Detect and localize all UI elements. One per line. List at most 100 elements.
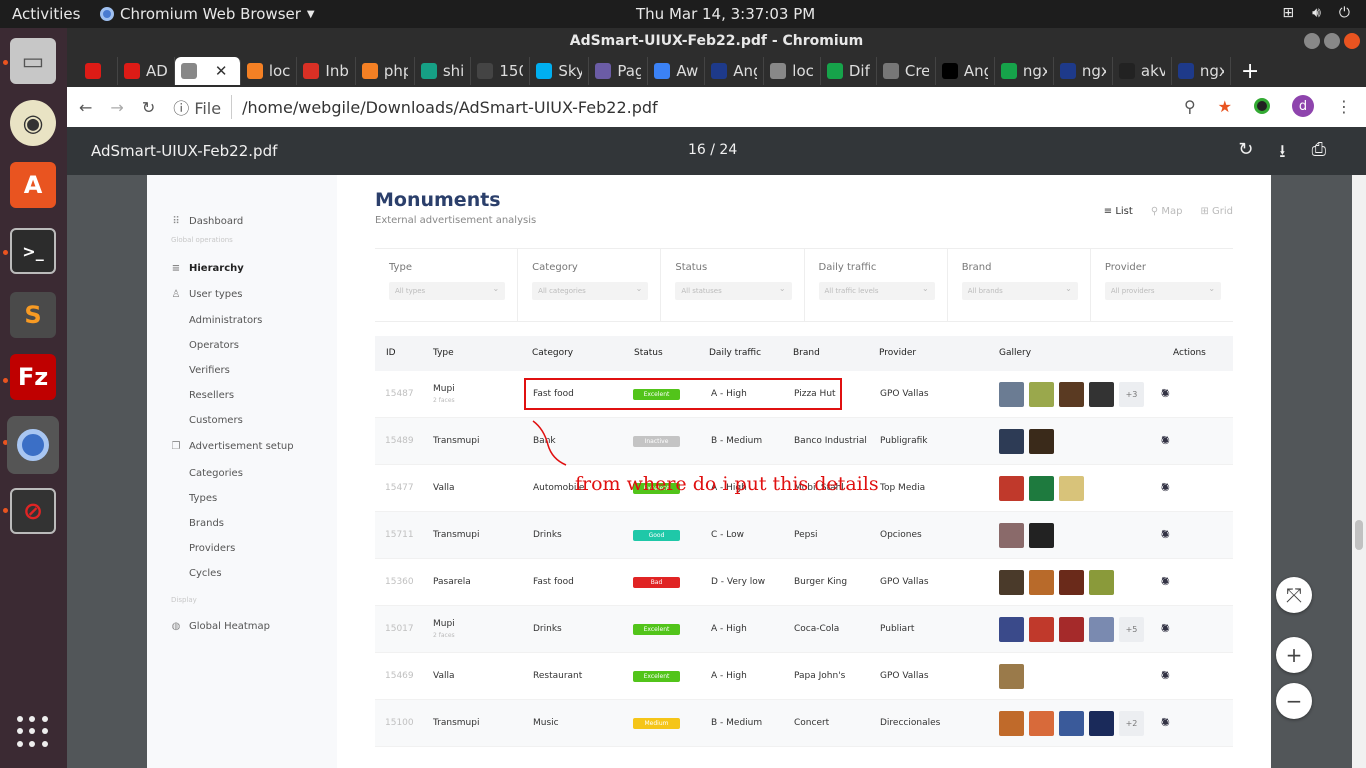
gallery-thumbnail[interactable] bbox=[1089, 617, 1114, 642]
column-header[interactable]: ID bbox=[386, 348, 396, 358]
gallery-thumbnail[interactable] bbox=[999, 570, 1024, 595]
address-bar[interactable]: ⓘ File /home/webgile/Downloads/AdSmart-U… bbox=[173, 95, 658, 119]
gallery-thumbnail[interactable] bbox=[1029, 711, 1054, 736]
column-header[interactable]: Type bbox=[433, 348, 454, 358]
zoom-out-button[interactable]: − bbox=[1276, 683, 1312, 719]
gallery-thumbnail[interactable] bbox=[1089, 711, 1114, 736]
blocked-icon[interactable]: ⊘ bbox=[10, 488, 56, 534]
tab-17[interactable]: ngx bbox=[1054, 57, 1113, 85]
gallery-thumbnail[interactable] bbox=[1089, 382, 1114, 407]
maximize-icon[interactable] bbox=[1324, 33, 1340, 49]
sublime-text-icon[interactable]: S bbox=[10, 292, 56, 338]
gallery-thumbnail[interactable] bbox=[1029, 570, 1054, 595]
extension-icon[interactable] bbox=[1254, 98, 1270, 114]
gallery-thumbnail[interactable] bbox=[999, 382, 1024, 407]
tab-14[interactable]: Cre bbox=[877, 57, 936, 85]
download-icon[interactable]: ⭳ bbox=[1279, 139, 1285, 169]
gallery-thumbnail[interactable] bbox=[999, 523, 1024, 548]
gallery-thumbnail[interactable] bbox=[999, 711, 1024, 736]
tab-13[interactable]: Dif bbox=[821, 57, 877, 85]
filter-select[interactable]: All statuses bbox=[675, 280, 792, 300]
new-tab-button[interactable]: + bbox=[1231, 59, 1259, 84]
tab-4[interactable]: Inb bbox=[297, 57, 356, 85]
tab-7[interactable]: 150 bbox=[471, 57, 531, 85]
delete-x-icon[interactable]: ✕ bbox=[1161, 717, 1169, 728]
column-header[interactable]: Provider bbox=[879, 348, 916, 358]
view-list[interactable]: ≡ List bbox=[1104, 206, 1133, 217]
sidebar-item[interactable]: ≡ Hierarchy bbox=[171, 263, 244, 274]
column-header[interactable]: Category bbox=[532, 348, 573, 358]
pdf-scrollbar[interactable] bbox=[1352, 175, 1366, 768]
tab-2[interactable]: ✕ bbox=[174, 57, 241, 85]
gallery-more-count[interactable]: +3 bbox=[1119, 382, 1144, 407]
tab-11[interactable]: Ang bbox=[705, 57, 765, 85]
gallery-thumbnail[interactable] bbox=[1029, 476, 1054, 501]
tab-9[interactable]: Pag bbox=[589, 57, 649, 85]
tab-8[interactable]: Sky bbox=[530, 57, 590, 85]
tab-19[interactable]: ngx bbox=[1172, 57, 1231, 85]
site-info[interactable]: ⓘ File bbox=[173, 95, 233, 119]
sidebar-item[interactable]: ♙ User types bbox=[171, 289, 243, 300]
sidebar-item[interactable]: Providers bbox=[189, 543, 235, 554]
sidebar-item[interactable]: ❐ Advertisement setup bbox=[171, 441, 294, 452]
profile-avatar[interactable]: d bbox=[1292, 95, 1314, 117]
pdf-viewport[interactable]: ⠿ Dashboard Global operations ≡ Hierarchy ♙ Us… bbox=[67, 175, 1366, 768]
filter-select[interactable]: All categories bbox=[532, 280, 649, 300]
filter-select[interactable]: All types bbox=[389, 280, 506, 300]
delete-x-icon[interactable]: ✕ bbox=[1161, 482, 1169, 493]
column-header[interactable]: Brand bbox=[793, 348, 820, 358]
sidebar-item[interactable]: Categories bbox=[189, 468, 243, 479]
back-icon[interactable]: ← bbox=[79, 98, 92, 117]
view-map[interactable]: ⚲ Map bbox=[1151, 206, 1183, 217]
gallery-thumbnail[interactable] bbox=[1029, 382, 1054, 407]
delete-x-icon[interactable]: ✕ bbox=[1161, 623, 1169, 634]
table-row[interactable]: 15017 Mupi 2 faces Drinks Excelent A - High Co… bbox=[375, 606, 1233, 653]
rotate-icon[interactable]: ↻ bbox=[1238, 139, 1253, 169]
filter-select[interactable]: All providers bbox=[1104, 280, 1222, 300]
sidebar-item[interactable]: Customers bbox=[189, 415, 243, 426]
close-tab-icon[interactable]: ✕ bbox=[215, 62, 228, 80]
gallery-thumbnail[interactable] bbox=[1089, 570, 1114, 595]
tab-1[interactable]: AD bbox=[118, 57, 175, 85]
gallery-more-count[interactable]: +5 bbox=[1119, 617, 1144, 642]
sidebar-item[interactable]: ⠿ Dashboard bbox=[171, 216, 243, 227]
sidebar-item[interactable]: Operators bbox=[189, 340, 239, 351]
gallery-thumbnail[interactable] bbox=[999, 617, 1024, 642]
scrollbar-thumb[interactable] bbox=[1355, 520, 1363, 550]
tab-16[interactable]: ngx bbox=[995, 57, 1054, 85]
view-grid[interactable]: ⊞ Grid bbox=[1200, 206, 1233, 217]
tab-6[interactable]: shi bbox=[415, 57, 472, 85]
table-row[interactable]: 15360 Pasarela Fast food Bad D - Very low Bur… bbox=[375, 559, 1233, 606]
column-header[interactable]: Status bbox=[634, 348, 663, 358]
forward-icon[interactable]: → bbox=[110, 98, 123, 117]
tab-10[interactable]: Aw bbox=[648, 57, 706, 85]
terminal-icon[interactable]: >_ bbox=[10, 228, 56, 274]
gallery-thumbnail[interactable] bbox=[999, 476, 1024, 501]
gallery-thumbnail[interactable] bbox=[1029, 429, 1054, 454]
menu-icon[interactable]: ⋮ bbox=[1336, 97, 1352, 116]
chromium-dock-icon[interactable] bbox=[7, 416, 59, 474]
tab-5[interactable]: php bbox=[356, 57, 415, 85]
table-row[interactable]: 15711 Transmupi Drinks Good C - Low Pepsi Opci… bbox=[375, 512, 1233, 559]
gallery-thumbnail[interactable] bbox=[1059, 711, 1084, 736]
table-row[interactable]: 15489 Transmupi Bank Inactive B - Medium Banc… bbox=[375, 418, 1233, 465]
delete-x-icon[interactable]: ✕ bbox=[1161, 576, 1169, 587]
sidebar-item[interactable]: ◍ Global Heatmap bbox=[171, 621, 270, 632]
column-header[interactable]: Actions bbox=[1173, 348, 1206, 358]
fit-page-button[interactable]: ⤧ bbox=[1276, 577, 1312, 613]
bookmark-star-icon[interactable]: ★ bbox=[1218, 97, 1232, 116]
delete-x-icon[interactable]: ✕ bbox=[1161, 529, 1169, 540]
software-center-icon[interactable]: A bbox=[10, 162, 56, 208]
system-tray[interactable]: ⊞ 🔊︎ ⏻ bbox=[1282, 5, 1350, 21]
gallery-thumbnail[interactable] bbox=[1059, 476, 1084, 501]
activities-button[interactable]: Activities bbox=[12, 5, 80, 23]
filezilla-icon[interactable]: Fz bbox=[10, 354, 56, 400]
delete-x-icon[interactable]: ✕ bbox=[1161, 435, 1169, 446]
delete-x-icon[interactable]: ✕ bbox=[1161, 388, 1169, 399]
reload-icon[interactable]: ↻ bbox=[142, 98, 155, 117]
gallery-thumbnail[interactable] bbox=[1029, 617, 1054, 642]
tab-15[interactable]: Ang bbox=[936, 57, 995, 85]
column-header[interactable]: Gallery bbox=[999, 348, 1031, 358]
table-row[interactable]: 15469 Valla Restaurant Excelent A - High Papa… bbox=[375, 653, 1233, 700]
tab-12[interactable]: loc bbox=[764, 57, 821, 85]
